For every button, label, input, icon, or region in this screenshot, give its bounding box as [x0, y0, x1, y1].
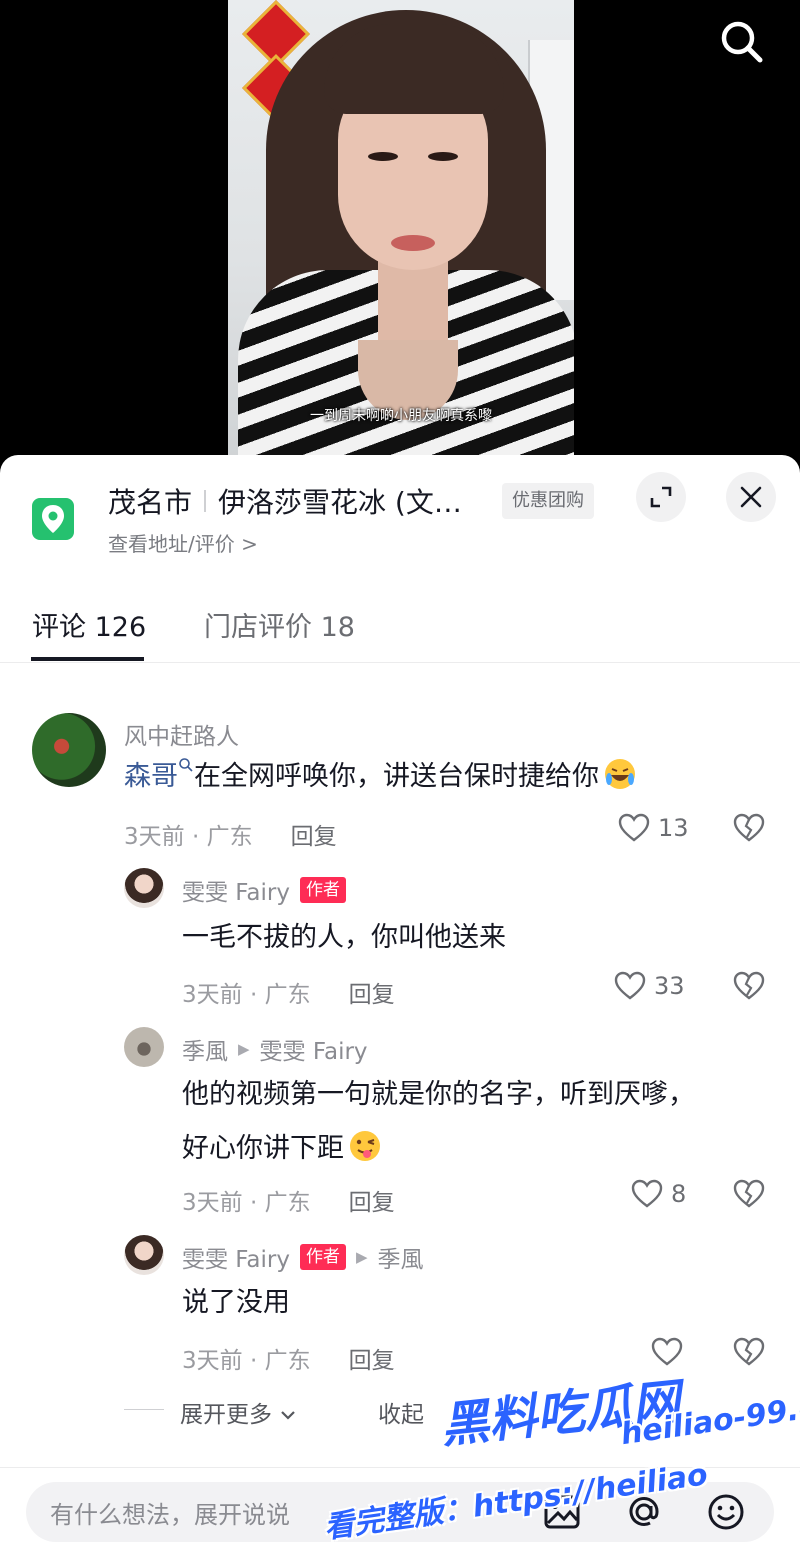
comment-meta: 3天前 · 广东 回复 [124, 817, 337, 851]
comment-time-location: 3天前 · 广东 [182, 1348, 311, 1374]
comment-tabs: 评论 126 门店评价 18 [0, 595, 800, 663]
input-placeholder: 有什么想法，展开说说 [50, 1501, 290, 1529]
expand-more-button[interactable]: 展开更多 [180, 1395, 297, 1429]
username-text: 季風 [182, 1039, 228, 1065]
comment-text: 说了没用 [182, 1287, 290, 1318]
broken-heart-icon [733, 971, 765, 1000]
expand-more-label: 展开更多 [180, 1402, 272, 1428]
video-player[interactable]: 一到周末啊啲小朋友啊真系嚟 [0, 0, 800, 470]
search-small-icon [179, 758, 193, 772]
comment-time-location: 3天前 · 广东 [182, 982, 311, 1008]
view-address-link[interactable]: 查看地址/评价 > [108, 528, 258, 557]
like-count: 8 [671, 1180, 687, 1208]
reply-button[interactable]: 回复 [291, 824, 337, 850]
mention-link[interactable]: 森哥 [124, 761, 178, 792]
wink-tongue-emoji-icon [350, 1131, 380, 1161]
expand-icon [650, 486, 672, 508]
comment-meta: 3天前 · 广东 回复 [182, 1183, 395, 1217]
like-button[interactable]: 13 [618, 813, 689, 843]
comment-username[interactable]: 雯雯 Fairy 作者 ▶ 季風 [182, 1240, 424, 1274]
dislike-button[interactable] [733, 1337, 765, 1371]
like-button[interactable]: 8 [631, 1179, 686, 1209]
comment-meta: 3天前 · 广东 回复 [182, 975, 395, 1009]
person-bangs [324, 24, 504, 114]
search-icon [721, 21, 763, 63]
like-count: 33 [654, 972, 685, 1000]
broken-heart-icon [733, 1337, 765, 1366]
comment-username[interactable]: 季風 ▶ 雯雯 Fairy [182, 1032, 368, 1066]
comment-time-location: 3天前 · 广东 [182, 1190, 311, 1216]
username-text: 雯雯 Fairy [182, 1247, 290, 1273]
collapse-button[interactable]: 收起 [378, 1395, 424, 1429]
author-badge: 作者 [299, 877, 346, 903]
tab-store-reviews[interactable]: 门店评价 18 [204, 605, 355, 644]
comment-text: 森哥 在全网呼唤你，讲送台保时捷给你 [124, 752, 637, 802]
heart-icon [631, 1179, 663, 1208]
dislike-button[interactable] [733, 1179, 765, 1213]
smiley-icon [708, 1494, 744, 1530]
location-pin-icon [32, 498, 74, 540]
laugh-cry-emoji-icon [605, 759, 635, 789]
comment-text: 一毛不拔的人，你叫他送来 [182, 922, 506, 953]
expand-button[interactable] [636, 472, 686, 522]
dislike-button[interactable] [733, 813, 765, 847]
poi-title[interactable]: 茂名市 伊洛莎雪花冰 (文… [108, 481, 462, 521]
search-button[interactable] [714, 14, 770, 70]
comment-sheet: 茂名市 伊洛莎雪花冰 (文… 查看地址/评价 > 优惠团购 评论 126 门店评… [0, 455, 800, 1556]
author-badge: 作者 [299, 1244, 346, 1270]
person-lips [391, 235, 435, 251]
poi-header[interactable]: 茂名市 伊洛莎雪花冰 (文… 查看地址/评价 > 优惠团购 [0, 455, 800, 565]
poi-city: 茂名市 [108, 486, 193, 519]
heart-icon [618, 813, 650, 842]
divider [124, 1409, 164, 1410]
person-eye [428, 152, 458, 161]
comment-time-location: 3天前 · 广东 [124, 824, 253, 850]
comment-username[interactable]: 风中赶路人 [124, 717, 239, 751]
avatar[interactable] [124, 1235, 164, 1275]
comment-text: 他的视频第一句就是你的名字，听到厌嗲， [182, 1079, 695, 1110]
comment-username[interactable]: 雯雯 Fairy 作者 [182, 873, 346, 907]
comment-text: 好心你讲下距 [182, 1124, 382, 1174]
like-count: 13 [658, 814, 689, 842]
reply-button[interactable]: 回复 [349, 982, 395, 1008]
comment-body: 好心你讲下距 [182, 1133, 344, 1164]
broken-heart-icon [733, 1179, 765, 1208]
tab-comments[interactable]: 评论 126 [32, 605, 146, 644]
dislike-button[interactable] [733, 971, 765, 1005]
video-subtitle: 一到周末啊啲小朋友啊真系嚟 [310, 408, 492, 424]
chevron-down-icon [281, 1411, 296, 1420]
poi-store-name: 伊洛莎雪花冰 (文… [218, 486, 462, 519]
comment-body: 在全网呼唤你，讲送台保时捷给你 [194, 761, 599, 792]
avatar[interactable] [124, 868, 164, 908]
close-button[interactable] [726, 472, 776, 522]
deal-badge[interactable]: 优惠团购 [502, 483, 594, 519]
reply-arrow-icon: ▶ [238, 1040, 250, 1058]
like-button[interactable]: 33 [614, 971, 685, 1001]
active-tab-indicator [31, 657, 144, 661]
reply-to-user[interactable]: 雯雯 Fairy [260, 1032, 368, 1066]
title-separator [204, 490, 207, 512]
reply-button[interactable]: 回复 [349, 1348, 395, 1374]
broken-heart-icon [733, 813, 765, 842]
person-eye [368, 152, 398, 161]
reply-arrow-icon: ▶ [355, 1248, 368, 1266]
avatar[interactable] [124, 1027, 164, 1067]
emoji-button[interactable] [704, 1490, 748, 1534]
reply-to-user[interactable]: 季風 [378, 1240, 424, 1274]
video-frame[interactable]: 一到周末啊啲小朋友啊真系嚟 [228, 0, 574, 470]
avatar[interactable] [32, 713, 106, 787]
comment-meta: 3天前 · 广东 回复 [182, 1341, 395, 1375]
reply-button[interactable]: 回复 [349, 1190, 395, 1216]
close-icon [740, 486, 762, 508]
heart-icon [614, 971, 646, 1000]
username-text: 雯雯 Fairy [182, 880, 290, 906]
